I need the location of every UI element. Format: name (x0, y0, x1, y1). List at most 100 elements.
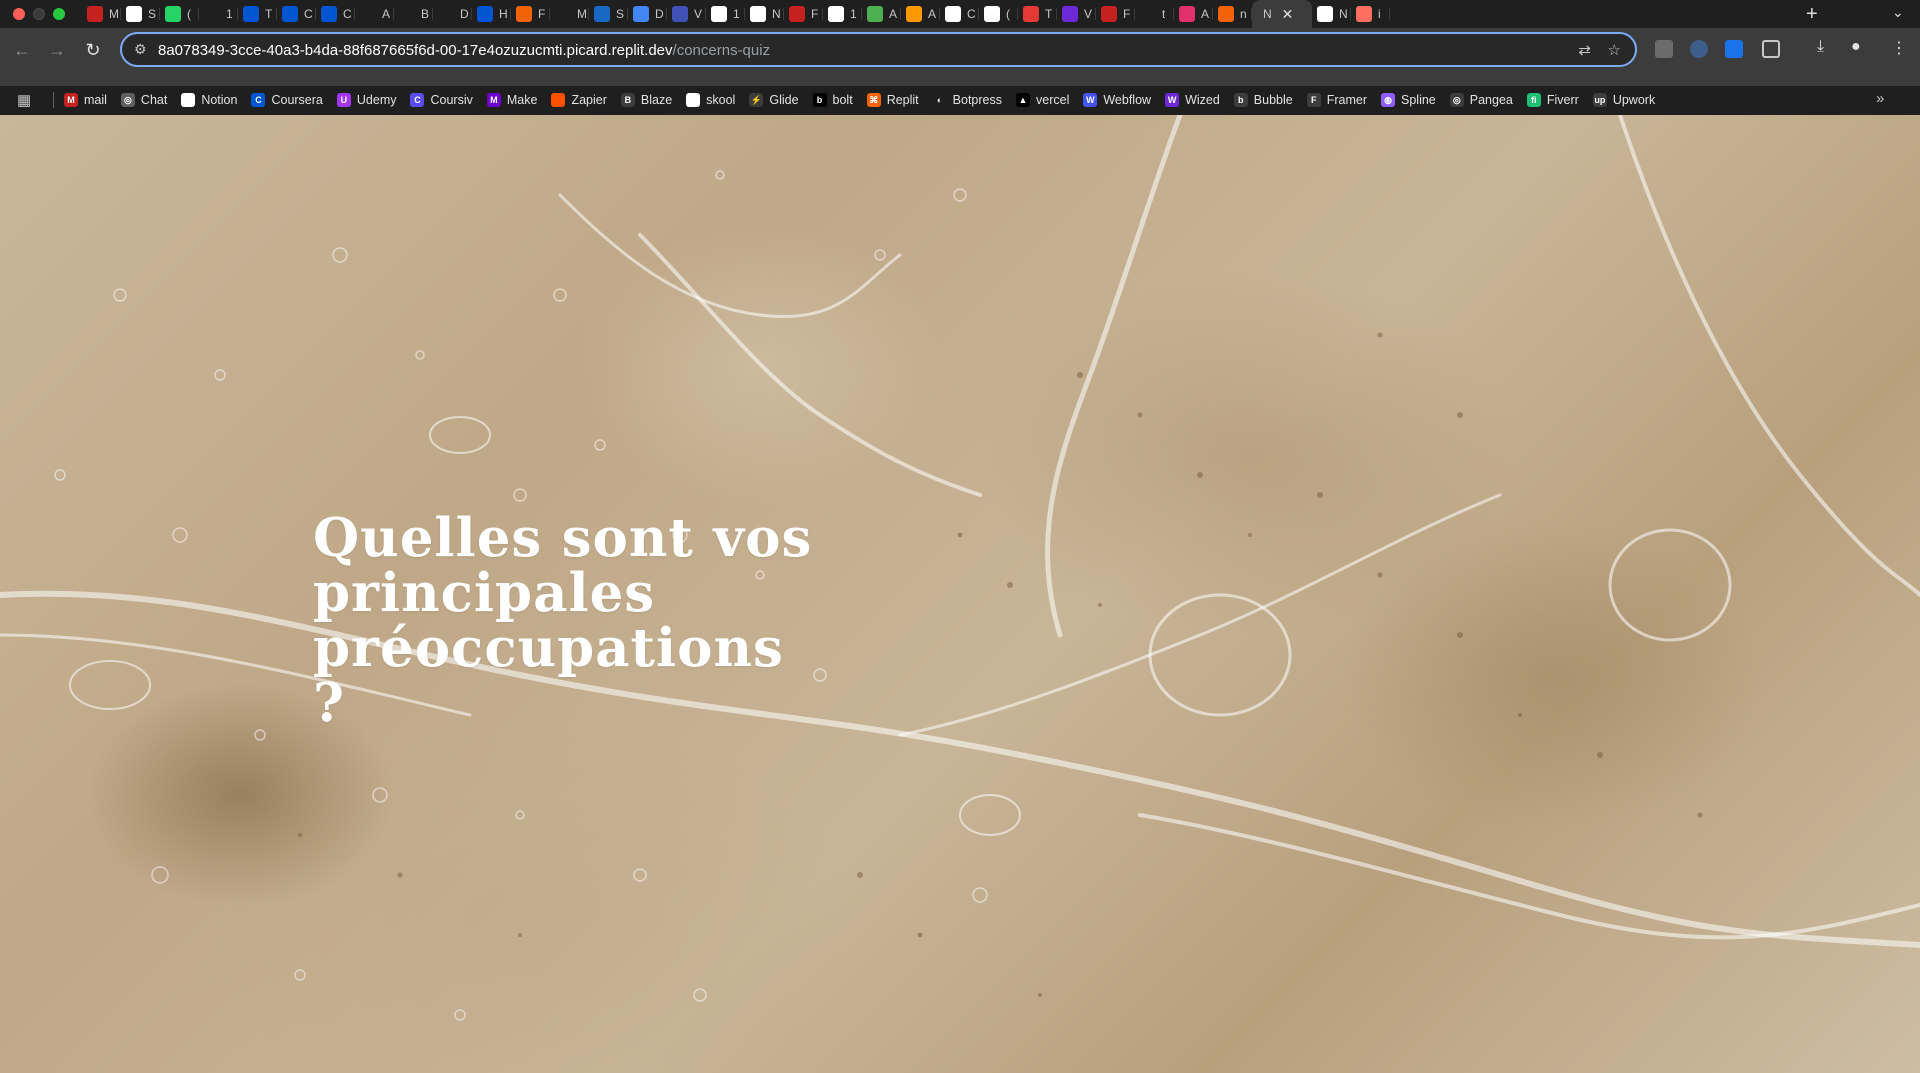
tab[interactable]: M (550, 0, 589, 28)
more-bookmarks-icon[interactable]: » (1876, 90, 1884, 107)
extensions-puzzle-icon[interactable] (1762, 40, 1780, 58)
tab[interactable]: ( (160, 0, 199, 28)
address-bar[interactable]: ⚙ 8a078349-3cce-40a3-b4da-88f687665f6d-0… (120, 32, 1637, 67)
extension-globe-icon[interactable] (1690, 40, 1708, 58)
tab[interactable]: 1 (823, 0, 862, 28)
tab-title: D (655, 7, 664, 21)
bookmark-upwork[interactable]: up Upwork (1592, 88, 1655, 112)
tab[interactable]: H (472, 0, 511, 28)
tab[interactable]: t (1135, 0, 1174, 28)
bookmark-replit[interactable]: ⌘ Replit (866, 88, 919, 112)
bookmark-label: Bubble (1253, 93, 1293, 107)
bookmark-mail[interactable]: Mmail (64, 88, 107, 112)
bookmark-skool[interactable]: sk skool (686, 88, 735, 112)
tab[interactable]: M (82, 0, 121, 28)
bookmark-label: Replit (886, 93, 919, 107)
tab[interactable]: n (1213, 0, 1252, 28)
wized-icon (1062, 6, 1078, 22)
tab[interactable]: V (1057, 0, 1096, 28)
bookmark-wized[interactable]: W Wized (1165, 88, 1220, 112)
bookmark-botpress[interactable]: ◐ Botpress (932, 88, 1002, 112)
tab[interactable]: ( (979, 0, 1018, 28)
reload-icon[interactable]: ↻ (81, 38, 105, 62)
tab-active[interactable]: N ✕ (1252, 0, 1312, 28)
bookmark-coursera[interactable]: C Coursera (251, 88, 323, 112)
tab[interactable]: F (511, 0, 550, 28)
tab[interactable]: N (745, 0, 784, 28)
coursera-icon: C (251, 93, 266, 107)
bookmark-webflow[interactable]: W Webflow (1083, 88, 1151, 112)
tab-title: T (265, 7, 273, 21)
bookmark-fiverr[interactable]: fi Fiverr (1526, 88, 1579, 112)
bookmark-notion[interactable]: N Notion (181, 88, 237, 112)
bookmark-udemy[interactable]: U Udemy (336, 88, 397, 112)
tab-search-icon[interactable]: ⌄ (1892, 4, 1904, 21)
bookmark-label: Webflow (1103, 93, 1152, 107)
back-arrow-icon[interactable]: ← (10, 38, 34, 62)
tab[interactable]: T (238, 0, 277, 28)
bolt-icon: b (812, 93, 827, 107)
translate-icon[interactable]: ⇄ (1578, 41, 1591, 59)
bookmark-spline[interactable]: ◍ Spline (1381, 88, 1436, 112)
bookmark-blaze[interactable]: B Blaze (620, 88, 673, 112)
tab[interactable]: C (277, 0, 316, 28)
bookmark-pangea[interactable]: ◎ Pangea (1449, 88, 1513, 112)
tab-title: V (694, 7, 703, 21)
window-maximize-button[interactable] (53, 8, 65, 20)
coursera-icon (477, 6, 493, 22)
bookmark-chat[interactable]: ◎ Chat (120, 88, 168, 112)
bookmark-star-icon[interactable]: ☆ (1608, 41, 1621, 59)
tab[interactable]: N (1312, 0, 1351, 28)
bookmark-coursiv[interactable]: C Coursiv (410, 88, 473, 112)
bookmark-label: Chat (140, 93, 168, 107)
tab-title: M (577, 7, 587, 21)
whatsapp-icon (165, 6, 181, 22)
bookmark-bolt[interactable]: b bolt (812, 88, 853, 112)
tab[interactable]: F (1096, 0, 1135, 28)
window-minimize-button[interactable] (33, 8, 45, 20)
tab[interactable]: 1 (199, 0, 238, 28)
extension-download-icon[interactable] (1725, 40, 1743, 58)
bookmarks-divider (53, 92, 54, 108)
site-info-icon[interactable]: ⚙ (134, 41, 147, 58)
tab[interactable]: V (667, 0, 706, 28)
tab[interactable]: C (316, 0, 355, 28)
tab[interactable]: A (355, 0, 394, 28)
bookmark-zapier[interactable]: Zapier (551, 88, 607, 112)
tab[interactable]: A (901, 0, 940, 28)
window-close-button[interactable] (13, 8, 25, 20)
bookmark-bubble[interactable]: b Bubble (1233, 88, 1293, 112)
bookmark-label: Udemy (356, 93, 397, 107)
bookmark-label: Botpress (952, 93, 1002, 107)
kebab-menu-icon[interactable]: ⋮ (1891, 38, 1907, 58)
instagram-icon (1179, 6, 1195, 22)
tab[interactable]: A (862, 0, 901, 28)
tab[interactable]: D (433, 0, 472, 28)
tab[interactable]: C (940, 0, 979, 28)
bookmark-vercel[interactable]: ▲ vercel (1016, 88, 1069, 112)
tab[interactable]: T (1018, 0, 1057, 28)
forward-arrow-icon[interactable]: → (45, 38, 69, 62)
tab[interactable]: S (121, 0, 160, 28)
new-tab-button[interactable]: + (1806, 3, 1818, 25)
heart-icon (1317, 6, 1333, 22)
url-text[interactable]: 8a078349-3cce-40a3-b4da-88f687665f6d-00-… (158, 42, 770, 59)
bookmark-make[interactable]: M Make (486, 88, 537, 112)
bookmark-glide[interactable]: ⚡ Glide (749, 88, 799, 112)
tab[interactable]: A (1174, 0, 1213, 28)
tab[interactable]: 1 (706, 0, 745, 28)
bookmark-label: Blaze (640, 93, 673, 107)
close-tab-icon[interactable]: ✕ (1282, 6, 1294, 23)
tab[interactable]: S (589, 0, 628, 28)
tab[interactable]: F (784, 0, 823, 28)
extension-pen-icon[interactable] (1655, 40, 1673, 58)
wized-icon: W (1165, 93, 1180, 107)
tab[interactable]: D (628, 0, 667, 28)
page-viewport: Quelles sont vos principales préoccupati… (0, 115, 1920, 1073)
tab[interactable]: i (1351, 0, 1390, 28)
tab[interactable]: B (394, 0, 433, 28)
apps-grid-icon[interactable]: ▦ (17, 91, 35, 109)
bookmark-framer[interactable]: F Framer (1306, 88, 1367, 112)
profile-avatar-icon[interactable]: ● (1851, 38, 1861, 56)
downloads-icon[interactable]: ⤓ (1817, 38, 1824, 56)
